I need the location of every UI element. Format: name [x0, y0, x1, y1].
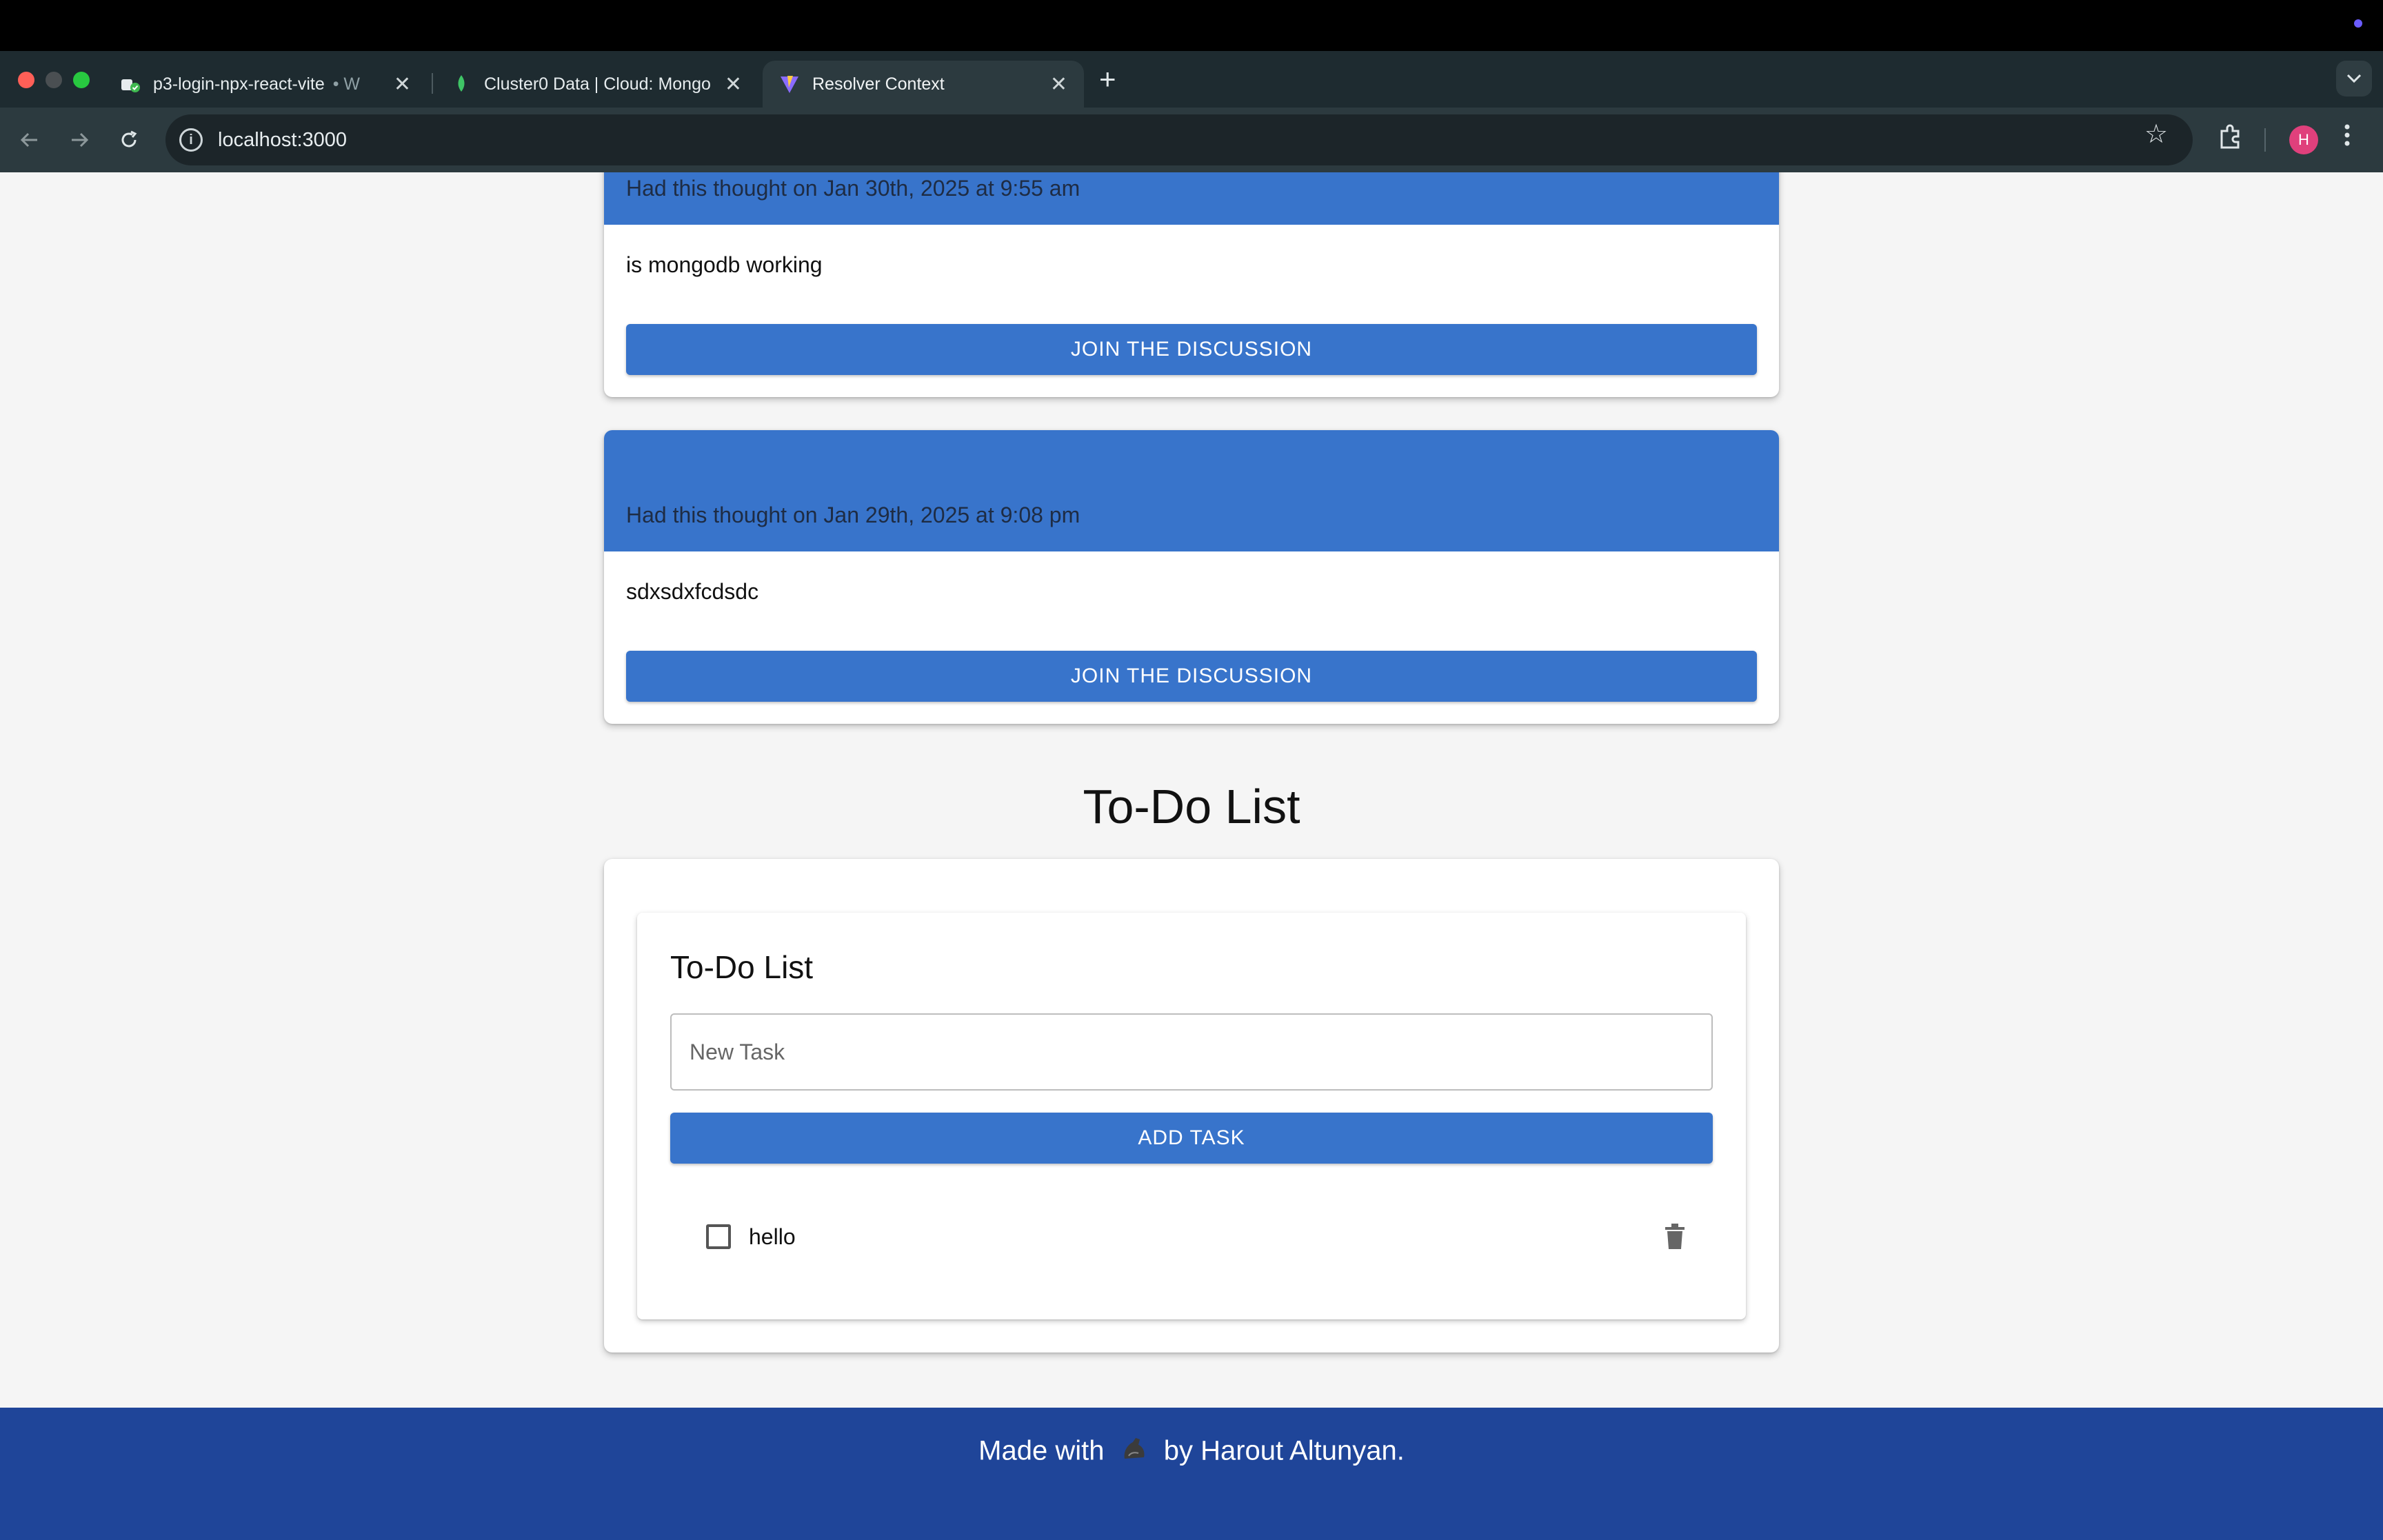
bookmark-star-icon[interactable]: ☆ — [2144, 119, 2168, 150]
page-viewport: Had this thought on Jan 30th, 2025 at 9:… — [0, 172, 2383, 1540]
thought-text: sdxsdxfcdsdc — [626, 579, 759, 604]
todo-list-item: hello — [706, 1216, 1685, 1257]
page-footer: Made with by Harout Altunyan. — [0, 1408, 2383, 1540]
delete-task-button[interactable] — [1665, 1223, 1685, 1254]
thought-card-body: sdxsdxfcdsdc — [604, 551, 1779, 605]
thought-card: Had this thought on Jan 30th, 2025 at 9:… — [604, 172, 1779, 397]
menu-bar — [0, 0, 2383, 51]
todo-section-title: To-Do List — [1083, 780, 1300, 833]
mongodb-leaf-icon — [451, 74, 472, 94]
todo-card-title: To-Do List — [670, 949, 814, 985]
todo-container-card: To-Do List ADD TASK hello — [604, 859, 1779, 1352]
trash-icon — [1665, 1224, 1685, 1249]
chevron-down-icon — [2346, 74, 2362, 83]
arrow-left-icon — [20, 132, 37, 148]
close-icon[interactable]: ✕ — [394, 72, 411, 97]
toolbar-divider — [2264, 128, 2266, 152]
tab-strip: p3-login-npx-react-vite • W ✕ Cluster0 D… — [0, 51, 2383, 108]
arrow-right-icon — [72, 132, 89, 148]
todo-checkbox[interactable] — [706, 1224, 731, 1249]
tab-resolver-context[interactable]: Resolver Context ✕ — [763, 61, 1084, 108]
flexed-bicep-icon — [1120, 1435, 1148, 1470]
thought-card-header: Had this thought on Jan 29th, 2025 at 9:… — [604, 430, 1779, 551]
vite-logo-icon — [779, 74, 800, 94]
tab-title: p3-login-npx-react-vite — [153, 74, 325, 94]
thought-timestamp: Had this thought on Jan 30th, 2025 at 9:… — [626, 176, 1080, 201]
todo-card: To-Do List ADD TASK hello — [637, 913, 1746, 1319]
thought-text: is mongodb working — [626, 252, 823, 277]
reload-button[interactable] — [113, 124, 145, 156]
github-actions-icon — [120, 74, 141, 94]
join-discussion-button[interactable]: JOIN THE DISCUSSION — [626, 324, 1757, 375]
thought-card-body: is mongodb working — [604, 225, 1779, 278]
profile-avatar[interactable]: H — [2289, 125, 2318, 154]
forward-button[interactable] — [63, 124, 95, 156]
tab-search-button[interactable] — [2336, 61, 2372, 97]
window-zoom-button[interactable] — [73, 72, 90, 88]
url-text: localhost:3000 — [218, 128, 348, 151]
thought-card-header: Had this thought on Jan 30th, 2025 at 9:… — [604, 172, 1779, 225]
notification-dot — [2354, 19, 2362, 28]
thought-card: Had this thought on Jan 29th, 2025 at 9:… — [604, 430, 1779, 724]
tab-title: Cluster0 Data | Cloud: Mongo — [484, 74, 711, 94]
tab-title-suffix: • W — [332, 74, 361, 94]
extensions-icon[interactable] — [2216, 123, 2244, 156]
tab-p3-login[interactable]: p3-login-npx-react-vite • W ✕ — [103, 61, 428, 108]
close-icon[interactable]: ✕ — [725, 72, 742, 97]
todo-item-text: hello — [749, 1224, 796, 1249]
window-minimize-button[interactable] — [46, 72, 62, 88]
window-close-button[interactable] — [18, 72, 34, 88]
join-discussion-button[interactable]: JOIN THE DISCUSSION — [626, 651, 1757, 702]
new-tab-button[interactable]: + — [1099, 65, 1116, 94]
add-task-button[interactable]: ADD TASK — [670, 1113, 1713, 1164]
footer-text-before: Made with — [978, 1435, 1105, 1466]
new-task-input[interactable] — [670, 1013, 1713, 1091]
back-button[interactable] — [14, 124, 46, 156]
thought-timestamp: Had this thought on Jan 29th, 2025 at 9:… — [626, 503, 1080, 527]
site-info-icon[interactable]: i — [179, 128, 203, 152]
reload-icon — [121, 130, 137, 148]
address-bar[interactable]: i localhost:3000 — [165, 114, 2193, 165]
tab-title: Resolver Context — [812, 74, 945, 94]
footer-text-after: by Harout Altunyan. — [1163, 1435, 1405, 1466]
tab-cluster0[interactable]: Cluster0 Data | Cloud: Mongo ✕ — [434, 61, 758, 108]
browser-menu-icon[interactable] — [2343, 121, 2351, 155]
close-icon[interactable]: ✕ — [1050, 72, 1067, 97]
tab-separator — [432, 73, 433, 94]
browser-toolbar: i localhost:3000 ☆ H — [0, 108, 2383, 172]
